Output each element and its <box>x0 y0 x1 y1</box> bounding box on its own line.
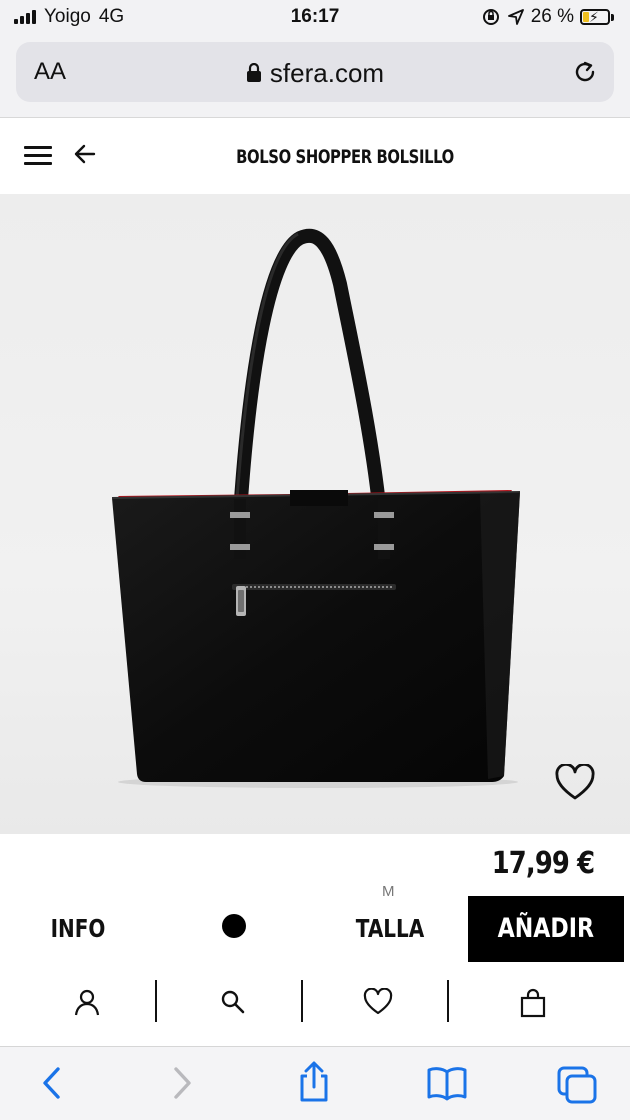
tote-bag-illustration <box>111 228 521 788</box>
address-bar[interactable]: AA sfera.com <box>16 42 614 102</box>
add-to-cart-button[interactable]: AÑADIR <box>468 896 624 962</box>
color-swatch-black[interactable] <box>222 914 246 938</box>
product-price: 17,99 € <box>491 846 594 881</box>
account-icon[interactable] <box>74 988 100 1016</box>
page-title: BOLSO SHOPPER BOLSILLO <box>236 146 454 168</box>
bookmarks-icon[interactable] <box>426 1065 468 1101</box>
browser-bottom-toolbar <box>0 1046 630 1120</box>
add-to-cart-label: AÑADIR <box>497 913 595 944</box>
tabs-icon[interactable] <box>556 1065 598 1105</box>
battery-icon: ⚡ <box>580 9 610 25</box>
url-text[interactable]: sfera.com <box>270 58 384 88</box>
orientation-lock-icon <box>482 9 499 25</box>
size-button[interactable]: TALLA <box>342 914 438 943</box>
product-image[interactable] <box>0 194 630 834</box>
lock-icon <box>246 63 261 83</box>
site-header: BOLSO SHOPPER BOLSILLO <box>0 118 630 194</box>
info-button[interactable]: INFO <box>30 914 126 943</box>
nav-divider <box>447 980 449 1022</box>
nav-divider <box>155 980 157 1022</box>
battery-percent: 26 % <box>530 6 574 27</box>
search-icon[interactable] <box>220 988 246 1016</box>
location-icon <box>507 9 524 25</box>
product-actions: INFO TALLA AÑADIR <box>0 896 630 962</box>
cart-icon[interactable] <box>520 988 546 1018</box>
status-bar: Yoigo 4G 16:17 26 % ⚡ <box>0 0 630 36</box>
favorite-heart-icon[interactable] <box>554 764 596 802</box>
site-bottom-nav <box>0 976 630 1032</box>
browser-back-icon[interactable] <box>40 1065 64 1101</box>
browser-top-bar: AA sfera.com <box>0 36 630 118</box>
nav-divider <box>301 980 303 1022</box>
menu-icon[interactable] <box>24 146 52 166</box>
browser-forward-icon[interactable] <box>170 1065 194 1101</box>
wishlist-icon[interactable] <box>362 988 394 1016</box>
reload-icon[interactable] <box>570 57 600 87</box>
share-icon[interactable] <box>296 1061 332 1103</box>
